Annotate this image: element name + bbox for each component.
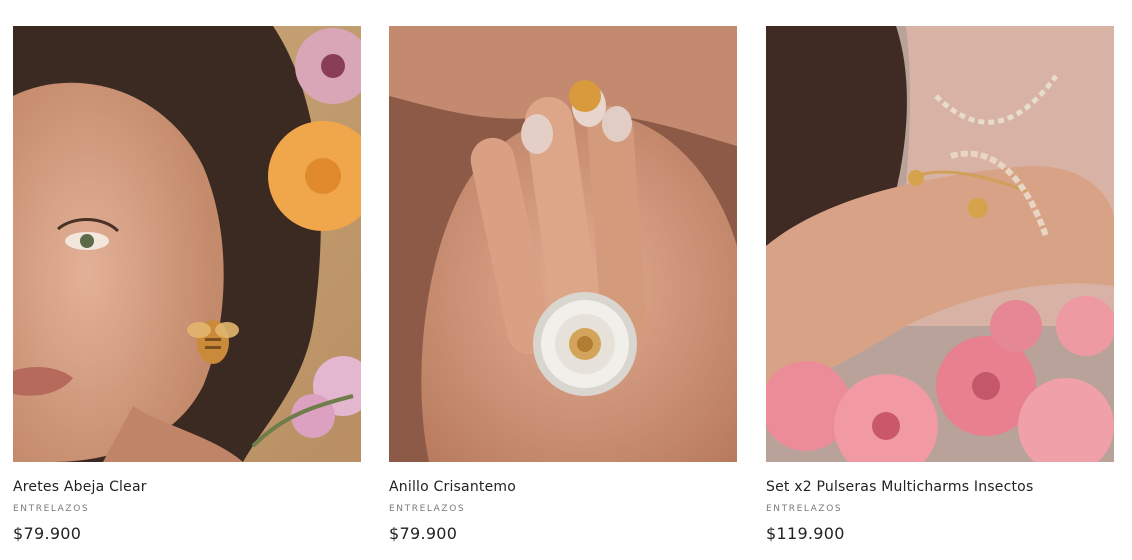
- product-card[interactable]: Aretes Abeja Clear ENTRELAZOS $79.900: [13, 26, 361, 560]
- product-price: $79.900: [13, 524, 82, 543]
- product-title[interactable]: Set x2 Pulseras Multicharms Insectos: [766, 479, 1033, 495]
- product-brand: ENTRELAZOS: [389, 504, 466, 514]
- charm-bracelets-photo-icon: [766, 26, 1114, 462]
- product-image-bee-earring[interactable]: [13, 26, 361, 462]
- product-brand: ENTRELAZOS: [766, 504, 843, 514]
- product-image-chrysanthemum-ring[interactable]: [389, 26, 737, 462]
- product-card[interactable]: Anillo Crisantemo ENTRELAZOS $79.900: [389, 26, 737, 560]
- product-price: $79.900: [389, 524, 458, 543]
- product-brand: ENTRELAZOS: [13, 504, 90, 514]
- product-price: $119.900: [766, 524, 845, 543]
- product-card[interactable]: Set x2 Pulseras Multicharms Insectos ENT…: [766, 26, 1114, 560]
- product-title[interactable]: Anillo Crisantemo: [389, 479, 516, 495]
- product-title[interactable]: Aretes Abeja Clear: [13, 479, 147, 495]
- bee-earring-photo-icon: [13, 26, 361, 462]
- product-grid: Aretes Abeja Clear ENTRELAZOS $79.900 An…: [13, 26, 1115, 560]
- product-image-charm-bracelets[interactable]: [766, 26, 1114, 462]
- chrysanthemum-ring-photo-icon: [389, 26, 737, 462]
